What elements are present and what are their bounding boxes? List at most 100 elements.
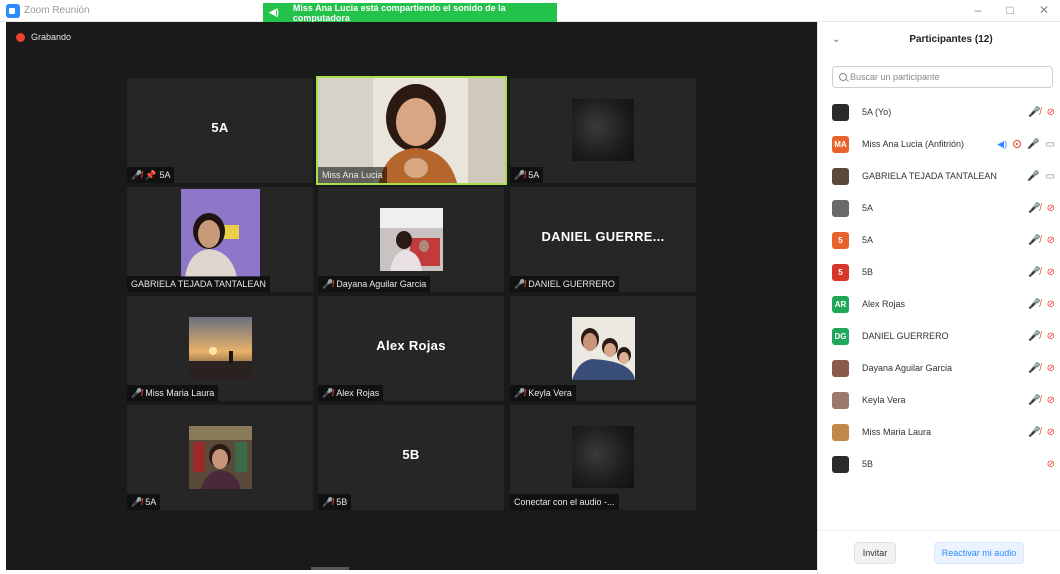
mic-muted-icon[interactable]: 🎤̸ xyxy=(1028,107,1040,118)
video-icon[interactable]: ▭ xyxy=(1046,139,1055,150)
participant-row[interactable]: AR Alex Rojas 🎤̸ ⊘ xyxy=(832,288,1060,320)
zoom-window: Zoom Reunión – □ ✕ ◀) Miss Ana Lucia est… xyxy=(0,0,1060,574)
recording-icon xyxy=(1013,140,1022,148)
avatar: DG xyxy=(832,327,849,345)
video-off-icon[interactable]: ⊘ xyxy=(1047,299,1055,310)
tile-name-text: Dayana Aguilar Garcia xyxy=(336,279,427,289)
tile-name-text: 5B xyxy=(336,497,348,507)
participant-row[interactable]: Keyla Vera 🎤̸ ⊘ xyxy=(832,384,1060,416)
close-button[interactable]: ✕ xyxy=(1034,3,1054,17)
recording-label: Grabando xyxy=(31,32,72,42)
maximize-button[interactable]: □ xyxy=(1000,3,1020,17)
participant-video xyxy=(572,317,635,380)
participant-row[interactable]: GABRIELA TEJADA TANTALEAN 🎤 ▭ xyxy=(832,160,1060,192)
recording-icon xyxy=(16,32,25,42)
participant-row[interactable]: Dayana Aguilar Garcia 🎤̸ ⊘ xyxy=(832,352,1060,384)
tile-name-label: GABRIELA TEJADA TANTALEAN xyxy=(127,276,270,292)
minimize-button[interactable]: – xyxy=(968,3,988,17)
unmute-me-button[interactable]: Reactivar mi audio xyxy=(934,542,1024,564)
tile-name-label: 🎤̸ 5A xyxy=(127,494,161,510)
participant-row[interactable]: 5 5A 🎤̸ ⊘ xyxy=(832,224,1060,256)
video-tile[interactable]: Alex Rojas 🎤̸ Alex Rojas xyxy=(318,296,504,401)
recording-indicator[interactable]: Grabando xyxy=(16,32,71,42)
tile-display-name: 5A xyxy=(211,120,229,135)
participant-row[interactable]: 5A 🎤̸ ⊘ xyxy=(832,192,1060,224)
tile-name-text: Keyla Vera xyxy=(528,388,572,398)
avatar: MA xyxy=(832,135,849,153)
speaker-icon: ◀) xyxy=(269,7,279,17)
participant-video xyxy=(189,426,252,489)
active-speaker-tile[interactable]: Miss Ana Lucia xyxy=(316,76,507,185)
participant-name: 5A (Yo) xyxy=(862,107,892,117)
tile-name-label: 🎤̸ 5B xyxy=(318,494,352,510)
video-tile[interactable]: 🎤̸ 5A xyxy=(510,78,696,183)
tile-display-name: Alex Rojas xyxy=(376,338,446,353)
zoom-app-icon xyxy=(6,4,20,18)
video-off-icon[interactable]: ⊘ xyxy=(1047,331,1055,342)
video-tile[interactable]: Conectar con el audio -... xyxy=(510,405,696,510)
tile-name-label: 🎤̸ 📌 5A xyxy=(127,167,175,183)
tile-name-text: GABRIELA TEJADA TANTALEAN xyxy=(131,279,266,289)
mic-muted-icon: 🎤̸ xyxy=(514,387,526,398)
mic-muted-icon[interactable]: 🎤̸ xyxy=(1028,427,1040,438)
video-off-icon[interactable]: ⊘ xyxy=(1047,267,1055,278)
participant-name: Miss Ana Lucia (Anfitrión) xyxy=(862,139,965,149)
avatar xyxy=(832,455,849,473)
mic-muted-icon[interactable]: 🎤̸ xyxy=(1028,235,1040,246)
mic-icon[interactable]: 🎤 xyxy=(1027,139,1039,150)
mic-muted-icon: 🎤̸ xyxy=(514,278,526,289)
video-off-icon[interactable]: ⊘ xyxy=(1047,107,1055,118)
video-off-icon[interactable]: ⊘ xyxy=(1047,203,1055,214)
participant-row[interactable]: MA Miss Ana Lucia (Anfitrión) ◀) 🎤 ▭ xyxy=(832,128,1060,160)
avatar xyxy=(832,359,849,377)
participant-row[interactable]: 5A (Yo) 🎤̸ ⊘ xyxy=(832,96,1060,128)
video-off-icon[interactable]: ⊘ xyxy=(1047,235,1055,246)
video-tile[interactable]: 🎤̸ Miss Maria Laura xyxy=(127,296,313,401)
video-tile[interactable]: 5B 🎤̸ 5B xyxy=(318,405,504,510)
participant-row[interactable]: Miss Maria Laura 🎤̸ ⊘ xyxy=(832,416,1060,448)
avatar: 5 xyxy=(832,231,849,249)
avatar xyxy=(832,391,849,409)
video-tile[interactable]: 🎤̸ 5A xyxy=(127,405,313,510)
sharing-sound-banner: ◀) Miss Ana Lucia está compartiendo el s… xyxy=(263,3,557,23)
video-off-icon[interactable]: ⊘ xyxy=(1047,363,1055,374)
video-tile[interactable]: 5A 🎤̸ 📌 5A xyxy=(127,78,313,183)
video-off-icon[interactable]: ⊘ xyxy=(1047,427,1055,438)
participant-name: Alex Rojas xyxy=(862,299,906,309)
invite-button[interactable]: Invitar xyxy=(854,542,896,564)
mic-muted-icon[interactable]: 🎤̸ xyxy=(1028,299,1040,310)
participant-name: 5B xyxy=(862,459,874,469)
speaker-icon: ◀) xyxy=(997,138,1008,149)
toolbar-handle[interactable] xyxy=(311,567,349,570)
mic-muted-icon[interactable]: 🎤̸ xyxy=(1028,331,1040,342)
mic-muted-icon: 🎤̸ xyxy=(131,387,143,398)
avatar xyxy=(832,423,849,441)
participant-search-input[interactable]: Buscar un participante xyxy=(832,66,1053,88)
participant-row[interactable]: DG DANIEL GUERRERO 🎤̸ ⊘ xyxy=(832,320,1060,352)
tile-display-name: 5B xyxy=(402,447,420,462)
tile-name-text: 5A xyxy=(145,497,157,507)
video-off-icon[interactable]: ⊘ xyxy=(1047,459,1055,470)
video-tile[interactable]: GABRIELA TEJADA TANTALEAN xyxy=(127,187,313,292)
tile-name-label: 🎤̸ DANIEL GUERRERO xyxy=(510,276,619,292)
tile-name-text: Miss Ana Lucia xyxy=(322,170,383,180)
video-off-icon[interactable]: ⊘ xyxy=(1047,395,1055,406)
tile-name-label: 🎤̸ Alex Rojas xyxy=(318,385,384,401)
video-tile[interactable]: DANIEL GUERRE... 🎤̸ DANIEL GUERRERO xyxy=(510,187,696,292)
video-tile[interactable]: 🎤̸ Keyla Vera xyxy=(510,296,696,401)
participant-list: 5A (Yo) 🎤̸ ⊘ MA Miss Ana Lucia (Anfitrión… xyxy=(832,96,1060,480)
participant-row[interactable]: 5 5B 🎤̸ ⊘ xyxy=(832,256,1060,288)
mic-muted-icon[interactable]: 🎤̸ xyxy=(1028,267,1040,278)
mic-icon[interactable]: 🎤 xyxy=(1027,171,1039,182)
mic-muted-icon[interactable]: 🎤̸ xyxy=(1028,203,1040,214)
participant-row[interactable]: 5B ⊘ xyxy=(832,448,1060,480)
mic-muted-icon[interactable]: 🎤̸ xyxy=(1028,363,1040,374)
mic-muted-icon[interactable]: 🎤̸ xyxy=(1028,395,1040,406)
participant-video xyxy=(572,426,634,488)
tile-name-text: 5A xyxy=(159,170,171,180)
video-tile[interactable]: 🎤̸ Dayana Aguilar Garcia xyxy=(318,187,504,292)
mic-muted-icon: 🎤̸ xyxy=(514,169,526,180)
video-icon[interactable]: ▭ xyxy=(1046,171,1055,182)
tile-name-text: 5A xyxy=(528,170,540,180)
panel-title: Participantes (12) xyxy=(909,34,993,45)
